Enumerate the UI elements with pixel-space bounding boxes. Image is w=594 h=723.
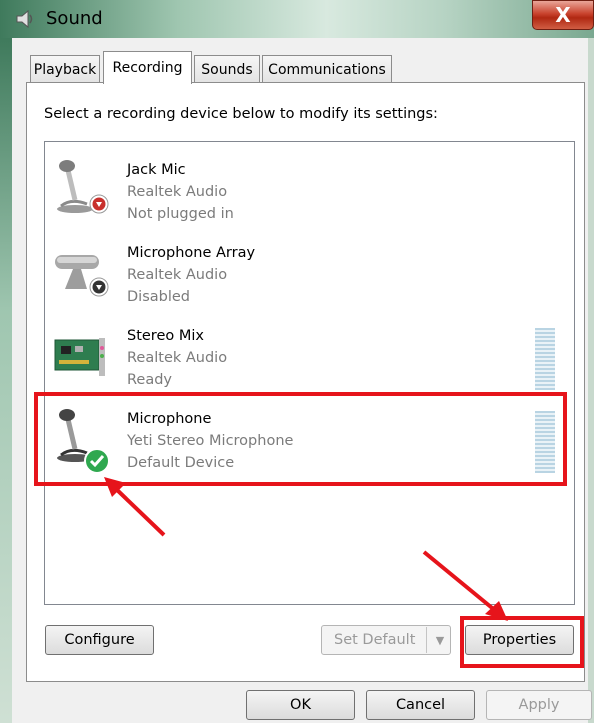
chevron-down-icon[interactable]: ▼ xyxy=(430,628,450,654)
device-item-stereo-mix[interactable]: Stereo Mix Realtek Audio Ready xyxy=(45,314,574,397)
device-item-jack-mic[interactable]: Jack Mic Realtek Audio Not plugged in xyxy=(45,148,574,231)
level-meter xyxy=(535,328,555,390)
title-bar[interactable]: Sound X xyxy=(0,0,594,38)
device-name: Microphone Array xyxy=(127,245,256,261)
tab-playback[interactable]: Playback xyxy=(30,55,100,83)
device-item-microphone[interactable]: Microphone Yeti Stereo Microphone Defaul… xyxy=(45,397,574,480)
default-check-icon xyxy=(84,448,110,474)
tab-communications[interactable]: Communications xyxy=(262,55,392,83)
instruction-text: Select a recording device below to modif… xyxy=(44,106,438,122)
device-status: Not plugged in xyxy=(127,206,234,222)
speaker-icon xyxy=(16,9,33,29)
apply-button[interactable]: Apply xyxy=(486,690,592,720)
window-frame-left xyxy=(0,38,12,723)
configure-button[interactable]: Configure xyxy=(45,625,154,655)
device-driver: Realtek Audio xyxy=(127,184,228,200)
window-title: Sound xyxy=(46,8,103,29)
device-driver: Yeti Stereo Microphone xyxy=(127,433,294,449)
tab-sounds[interactable]: Sounds xyxy=(194,55,260,83)
device-list[interactable]: Jack Mic Realtek Audio Not plugged in Mi… xyxy=(44,141,575,605)
close-icon: X xyxy=(555,3,571,27)
device-name: Microphone xyxy=(127,411,212,427)
device-status: Default Device xyxy=(127,455,235,471)
device-name: Stereo Mix xyxy=(127,328,204,344)
close-button[interactable]: X xyxy=(532,0,594,30)
device-status: Disabled xyxy=(127,289,190,305)
microphone-icon xyxy=(57,160,109,214)
sound-card-icon xyxy=(54,338,105,376)
window-frame-right xyxy=(588,38,594,723)
level-meter xyxy=(535,411,555,473)
properties-button[interactable]: Properties xyxy=(465,625,574,655)
device-driver: Realtek Audio xyxy=(127,267,228,283)
ok-button[interactable]: OK xyxy=(246,690,355,720)
cancel-button[interactable]: Cancel xyxy=(366,690,475,720)
dropdown-separator xyxy=(426,627,427,653)
device-status: Ready xyxy=(127,372,173,388)
tab-recording[interactable]: Recording xyxy=(103,51,192,84)
microphone-array-icon xyxy=(55,255,109,297)
device-driver: Realtek Audio xyxy=(127,350,228,366)
device-name: Jack Mic xyxy=(127,162,186,178)
device-item-microphone-array[interactable]: Microphone Array Realtek Audio Disabled xyxy=(45,231,574,314)
